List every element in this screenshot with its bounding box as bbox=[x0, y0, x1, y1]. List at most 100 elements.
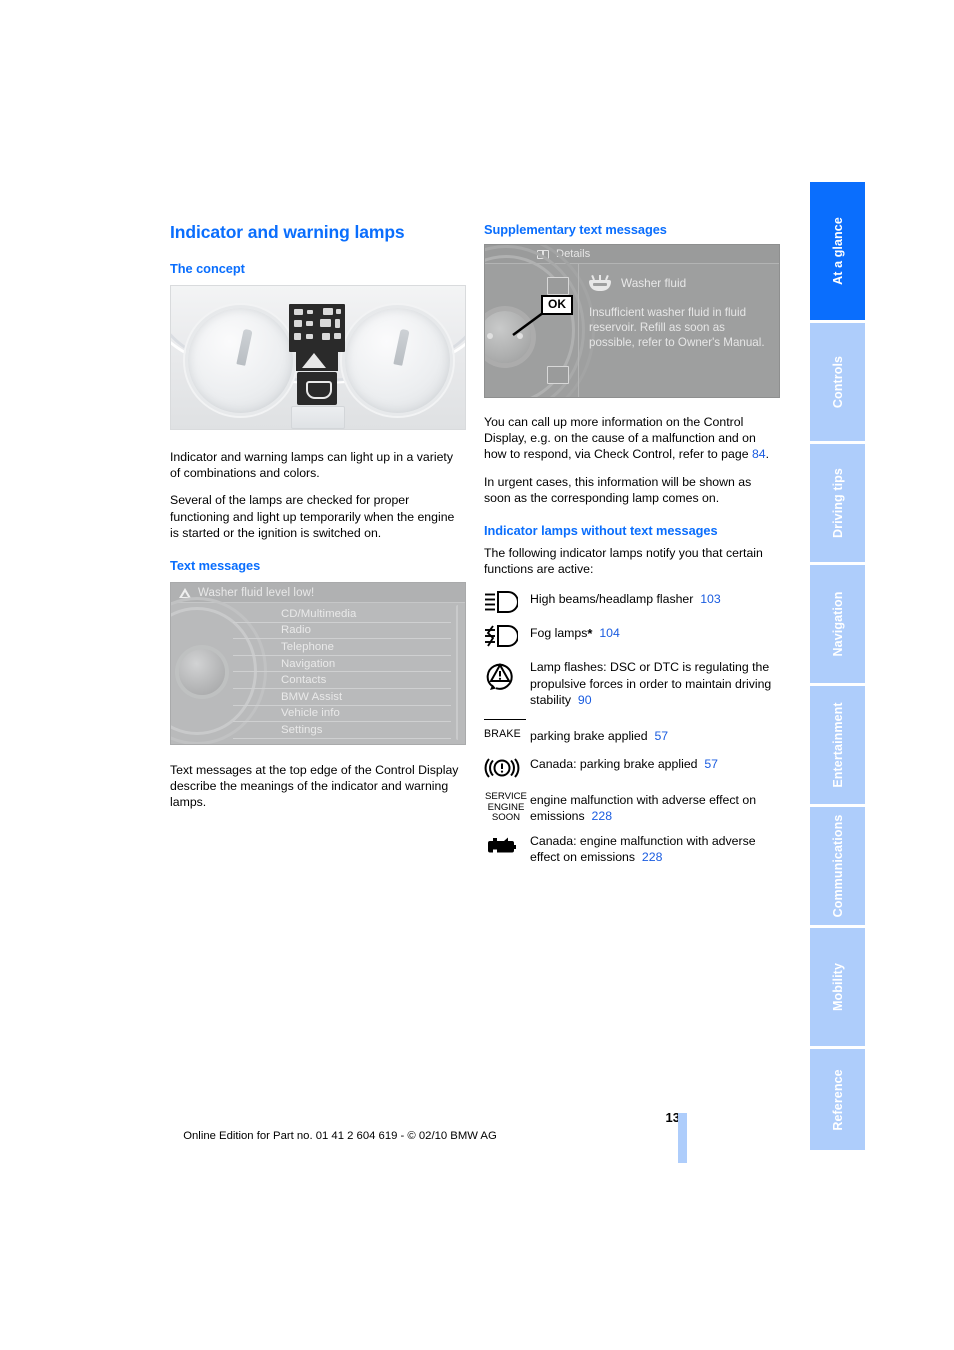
instrument-cluster-figure: WE-CLUSTER bbox=[170, 285, 466, 430]
concept-paragraph-1: Indicator and warning lamps can light up… bbox=[170, 450, 453, 481]
dsc-warning-icon bbox=[484, 658, 530, 691]
page-reference-103[interactable]: 103 bbox=[700, 592, 721, 606]
left-column: Indicator and warning lamps The concept bbox=[170, 222, 466, 811]
tab-label: Controls bbox=[830, 355, 845, 409]
page-reference-228-a[interactable]: 228 bbox=[592, 809, 613, 823]
control-display-figure: Washer fluid level low! CD/Multimedia Ra… bbox=[170, 582, 466, 746]
details-content: Washer fluid Insufficient washer fluid i… bbox=[589, 274, 769, 351]
page-reference-228-b[interactable]: 228 bbox=[642, 850, 663, 864]
section-heading-supplementary: Supplementary text messages bbox=[484, 222, 667, 237]
right-column: Supplementary text messages Details OK W… bbox=[484, 222, 780, 876]
cluster-display-window bbox=[291, 406, 345, 429]
road-indicator-icon bbox=[296, 349, 338, 371]
lamp-row-service-engine-soon: SERVICE ENGINE SOON engine malfunction w… bbox=[484, 791, 780, 824]
details-item-row: Washer fluid bbox=[589, 274, 769, 291]
indicator-lamp-list: High beams/headlamp flasher 103 Fog lamp… bbox=[484, 590, 780, 865]
menu-item-radio[interactable]: Radio bbox=[233, 623, 451, 640]
supplementary-paragraph-2: In urgent cases, this information will b… bbox=[484, 474, 752, 505]
tab-mobility[interactable]: Mobility bbox=[810, 928, 865, 1049]
lamp-row-high-beam: High beams/headlamp flasher 103 bbox=[484, 590, 780, 614]
menu-item-bmw-assist[interactable]: BMW Assist bbox=[233, 689, 451, 706]
tab-navigation[interactable]: Navigation bbox=[810, 565, 865, 686]
footnote-asterisk: * bbox=[587, 626, 593, 642]
controller-knob bbox=[179, 649, 225, 696]
menu-item-contacts[interactable]: Contacts bbox=[233, 672, 451, 689]
tab-reference[interactable]: Reference bbox=[810, 1049, 865, 1150]
without-text-messages-intro: The following indicator lamps notify you… bbox=[484, 546, 763, 577]
tab-label: Navigation bbox=[830, 591, 845, 657]
tachometer-dial bbox=[342, 305, 453, 416]
section-heading-text-messages: Text messages bbox=[170, 558, 261, 574]
supplementary-paragraph-1-tail: . bbox=[765, 447, 770, 462]
lamp-label-check-engine: Canada: engine malfunction with adverse … bbox=[530, 833, 756, 864]
supplementary-paragraph-1-text: You can call up more information on the … bbox=[484, 415, 756, 462]
text-messages-paragraph: Text messages at the top edge of the Con… bbox=[170, 763, 459, 810]
steering-wheel-indicator-icon bbox=[297, 372, 337, 405]
details-icon-bottom bbox=[547, 366, 569, 384]
control-display-scroll-rail bbox=[456, 605, 460, 741]
section-tab-strip: At a glance Controls Driving tips Naviga… bbox=[810, 182, 865, 1150]
manual-page: Indicator and warning lamps The concept bbox=[0, 0, 954, 1350]
tab-label: Communications bbox=[830, 814, 845, 918]
menu-item-settings[interactable]: Settings bbox=[233, 722, 451, 739]
speedometer-dial bbox=[185, 305, 296, 416]
lamp-label-service-engine-soon: engine malfunction with adverse effect o… bbox=[530, 793, 757, 824]
control-display-status-text: Washer fluid level low! bbox=[198, 586, 315, 599]
brake-circle-icon bbox=[484, 755, 530, 780]
supplementary-paragraph-1: You can call up more information on the … bbox=[484, 414, 780, 463]
concept-paragraph-2: Several of the lamps are checked for pro… bbox=[170, 493, 455, 540]
footer-copyright: Online Edition for Part no. 01 41 2 604 … bbox=[183, 1130, 497, 1142]
page-reference-84[interactable]: 84 bbox=[752, 447, 766, 461]
details-description: Insufficient washer fluid in fluid reser… bbox=[589, 306, 765, 350]
tab-controls[interactable]: Controls bbox=[810, 323, 865, 444]
menu-item-navigation[interactable]: Navigation bbox=[233, 656, 451, 673]
lamp-list-divider bbox=[484, 719, 526, 721]
tab-label: Entertainment bbox=[830, 702, 845, 788]
menu-item-telephone[interactable]: Telephone bbox=[233, 639, 451, 656]
footer-accent-bar bbox=[678, 1113, 687, 1163]
brake-icon-text: BRAKE bbox=[484, 728, 521, 741]
details-screen-figure: Details OK Washer fluid Insufficient was… bbox=[484, 244, 780, 398]
washer-fluid-icon bbox=[589, 274, 611, 291]
check-engine-icon bbox=[484, 832, 530, 857]
lamp-label-brake-canada: Canada: parking brake applied 57 bbox=[530, 757, 719, 772]
details-divider bbox=[578, 264, 579, 397]
section-heading-without-text-messages: Indicator lamps without text messages bbox=[484, 523, 718, 539]
page-reference-90[interactable]: 90 bbox=[578, 693, 592, 707]
tab-label: Mobility bbox=[830, 962, 845, 1012]
details-item-label: Washer fluid bbox=[621, 276, 687, 290]
high-beam-icon bbox=[484, 590, 530, 614]
lamp-label-fog-lamp: Fog lamps* 104 bbox=[530, 626, 620, 642]
lamp-row-dsc: Lamp flashes: DSC or DTC is regulating t… bbox=[484, 658, 780, 708]
tab-driving-tips[interactable]: Driving tips bbox=[810, 444, 865, 565]
brake-text-icon: BRAKE bbox=[484, 727, 530, 740]
tab-entertainment[interactable]: Entertainment bbox=[810, 686, 865, 807]
page-reference-57-b[interactable]: 57 bbox=[704, 757, 718, 771]
lamp-row-brake: BRAKE parking brake applied 57 bbox=[484, 727, 780, 744]
lamp-label-dsc: Lamp flashes: DSC or DTC is regulating t… bbox=[530, 660, 772, 707]
service-engine-soon-text: SERVICE ENGINE SOON bbox=[485, 791, 527, 824]
page-reference-57-a[interactable]: 57 bbox=[654, 729, 668, 743]
control-display-menu: CD/Multimedia Radio Telephone Navigation… bbox=[233, 606, 451, 739]
page-number: 13 bbox=[665, 1110, 680, 1125]
service-engine-soon-icon: SERVICE ENGINE SOON bbox=[484, 791, 530, 823]
tab-label: Reference bbox=[830, 1068, 845, 1131]
lamp-row-check-engine: Canada: engine malfunction with adverse … bbox=[484, 832, 780, 865]
lamp-label-high-beam: High beams/headlamp flasher 103 bbox=[530, 592, 721, 607]
page-title: Indicator and warning lamps bbox=[170, 222, 405, 242]
menu-item-vehicle-info[interactable]: Vehicle info bbox=[233, 706, 451, 723]
details-icon-top bbox=[547, 277, 569, 295]
tab-label: At a glance bbox=[830, 217, 845, 285]
warning-triangle-icon bbox=[179, 587, 191, 598]
lamp-row-brake-canada: Canada: parking brake applied 57 bbox=[484, 755, 780, 780]
lamp-row-fog-lamp: Fog lamps* 104 bbox=[484, 624, 780, 648]
tab-at-a-glance[interactable]: At a glance bbox=[810, 182, 865, 323]
page-reference-104[interactable]: 104 bbox=[599, 626, 620, 640]
knob-dot-left bbox=[487, 333, 493, 339]
section-heading-concept: The concept bbox=[170, 261, 245, 276]
indicator-lamp-panel bbox=[289, 304, 345, 352]
tab-communications[interactable]: Communications bbox=[810, 807, 865, 928]
menu-item-cd-multimedia[interactable]: CD/Multimedia bbox=[233, 606, 451, 623]
fog-lamp-icon bbox=[484, 624, 530, 648]
lamp-label-brake: parking brake applied 57 bbox=[530, 729, 669, 744]
